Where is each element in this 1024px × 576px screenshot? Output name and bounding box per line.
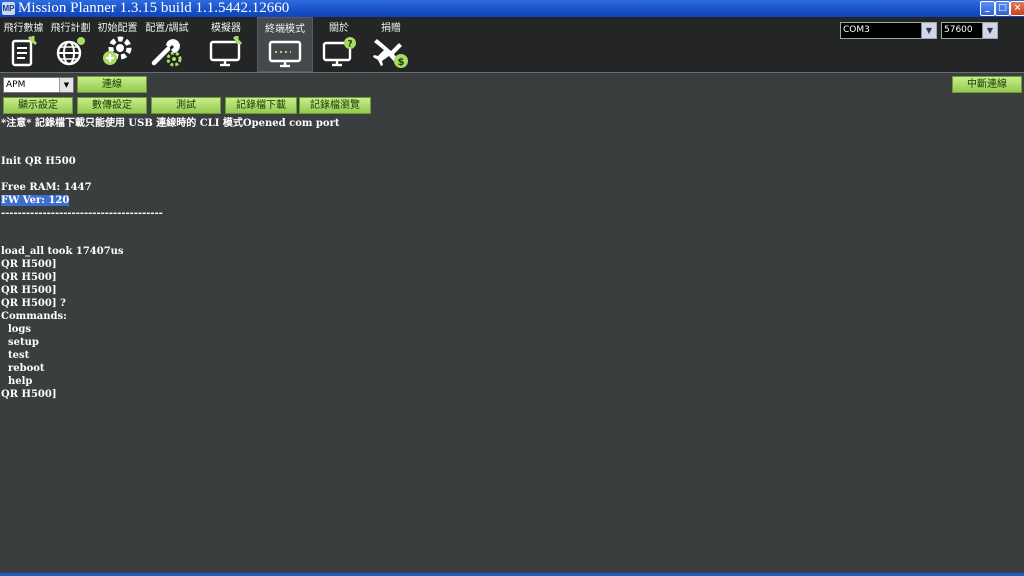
menu-help[interactable]: 關於 ?	[314, 17, 364, 70]
menu-flight-data[interactable]: 飛行數據	[0, 17, 47, 70]
config-tuning-wrench-icon	[151, 39, 182, 67]
terminal-line: Commands:	[1, 311, 67, 322]
chevron-down-icon[interactable]: ▼	[59, 78, 73, 92]
terminal-monitor-icon	[268, 40, 302, 68]
terminal-line: test	[1, 350, 30, 361]
log-download-button[interactable]: 記錄檔下載	[225, 97, 297, 114]
terminal-toolbar: APM ▼ 連線 中斷連線 顯示設定 數傳設定 測試 記錄檔下載 記錄檔瀏覽	[0, 72, 1024, 117]
port-value: COM3	[843, 25, 870, 35]
disconnect-button[interactable]: 中斷連線	[952, 76, 1022, 93]
donate-plane-icon: $	[373, 39, 408, 68]
terminal-line: setup	[1, 337, 39, 348]
terminal-line: QR H500]	[1, 259, 57, 270]
terminal-line: QR H500]	[1, 272, 57, 283]
title-bar: MP Mission Planner 1.3.15 build 1.1.5442…	[0, 0, 1024, 17]
app-logo-icon: MP	[2, 2, 15, 15]
flight-data-icon	[11, 35, 37, 67]
maximize-button[interactable]: □	[995, 1, 1010, 16]
menu-config-tuning[interactable]: 配置/調試	[141, 17, 193, 70]
window-title: Mission Planner 1.3.15 build 1.1.5442.12…	[18, 0, 290, 16]
connect-button[interactable]: 連線	[77, 76, 147, 93]
terminal-line: logs	[1, 324, 32, 335]
terminal-line: help	[1, 376, 33, 387]
terminal-line: QR H500]	[1, 389, 57, 400]
selected-terminal-line: FW Ver: 120	[1, 195, 70, 206]
board-type-select[interactable]: APM ▼	[3, 77, 74, 93]
terminal-line: ---------------------------------------	[1, 208, 163, 219]
menu-label: 捐贈	[381, 23, 401, 34]
svg-text:$: $	[398, 57, 405, 68]
menu-terminal[interactable]: 終端模式	[257, 17, 313, 72]
baud-value: 57600	[944, 25, 973, 35]
terminal-line: Init QR H500	[1, 156, 76, 167]
terminal-line: QR H500]	[1, 285, 57, 296]
terminal-line: load_all took 17407us	[1, 246, 124, 257]
minimize-button[interactable]: _	[980, 1, 995, 16]
chevron-down-icon[interactable]: ▼	[921, 23, 936, 38]
chevron-down-icon[interactable]: ▼	[982, 23, 997, 38]
close-button[interactable]: ×	[1010, 1, 1024, 16]
svg-text:?: ?	[347, 40, 352, 50]
terminal-line: Free RAM: 1447	[1, 182, 92, 193]
terminal-line: reboot	[1, 363, 45, 374]
board-type-value: APM	[6, 80, 26, 90]
terminal-output[interactable]: *注意* 記錄檔下載只能使用 USB 連線時的 CLI 模式Opened com…	[1, 117, 1021, 572]
baud-select[interactable]: 57600 ▼	[941, 22, 998, 39]
menu-label: 配置/調試	[145, 23, 189, 34]
menu-initial-setup[interactable]: 初始配置	[94, 17, 141, 70]
help-monitor-icon: ?	[322, 37, 356, 67]
show-settings-button[interactable]: 顯示設定	[3, 97, 73, 114]
test-button[interactable]: 測試	[151, 97, 221, 114]
menu-label: 飛行計劃	[50, 23, 91, 34]
simulator-monitor-icon	[209, 35, 243, 67]
menu-flight-plan[interactable]: 飛行計劃	[47, 17, 94, 70]
terminal-line: QR H500] ?	[1, 298, 66, 309]
main-menu: 飛行數據 飛行計劃 初始配置 配置/調試 模擬器 終端模式 關於 ? 捐贈 $ …	[0, 17, 1024, 72]
initial-setup-gear-icon	[102, 36, 131, 65]
menu-label: 關於	[329, 23, 349, 34]
menu-donate[interactable]: 捐贈 $	[366, 17, 416, 70]
flight-plan-globe-icon	[56, 37, 85, 66]
log-browse-button[interactable]: 記錄檔瀏覽	[299, 97, 371, 114]
menu-label: 終端模式	[265, 24, 305, 35]
port-select[interactable]: COM3 ▼	[840, 22, 937, 39]
menu-label: 模擬器	[211, 23, 241, 34]
menu-simulator[interactable]: 模擬器	[197, 17, 255, 70]
menu-label: 初始配置	[97, 23, 138, 34]
terminal-line: *注意* 記錄檔下載只能使用 USB 連線時的 CLI 模式Opened com…	[1, 118, 340, 129]
telemetry-settings-button[interactable]: 數傳設定	[77, 97, 147, 114]
menu-label: 飛行數據	[3, 23, 44, 34]
